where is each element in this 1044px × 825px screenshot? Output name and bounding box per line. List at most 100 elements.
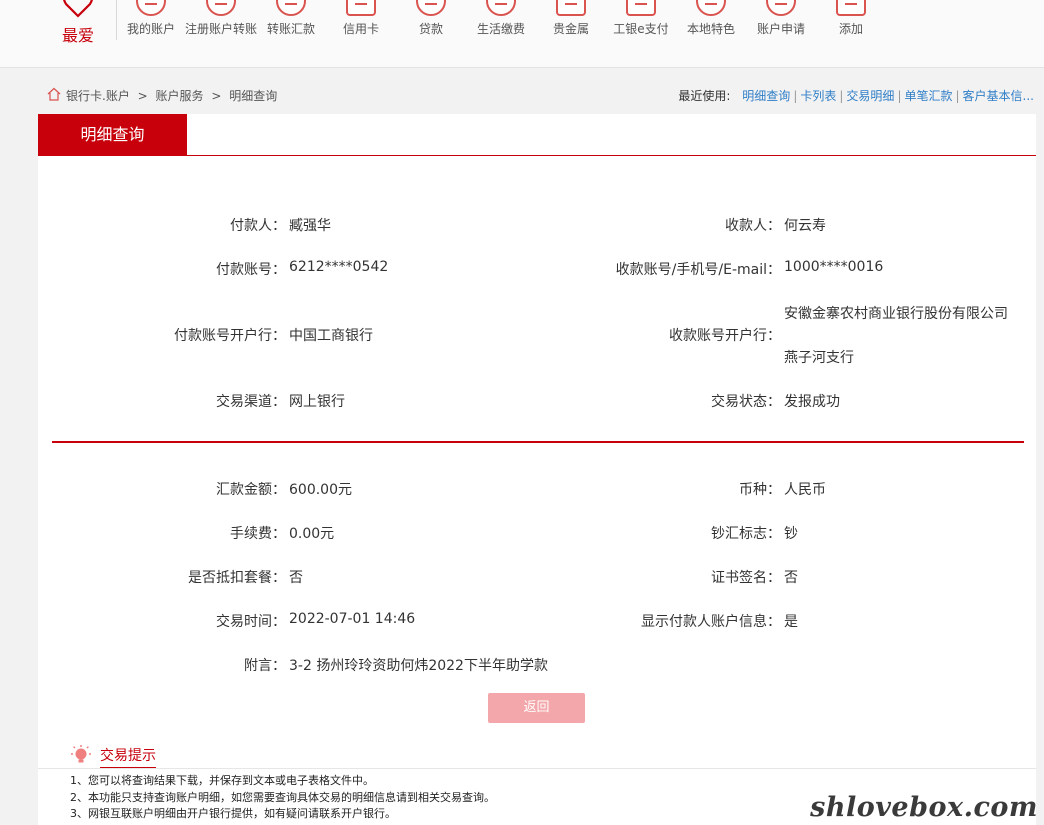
payee-account-value: 1000****0016 [784, 259, 884, 275]
nav-label: 生活缴费 [476, 22, 525, 36]
amount-value: 600.00元 [289, 482, 352, 498]
tips-divider [38, 768, 1036, 769]
recent-link[interactable]: 客户基本信... [963, 89, 1034, 103]
link-divider: | [897, 89, 902, 103]
tip-item: 2、本功能只支持查询账户明细，如您需要查询具体交易的明细信息请到相关交易查询。 [70, 791, 495, 804]
breadcrumb-item-current: 明细查询 [229, 89, 278, 103]
tips-title: 交易提示 [100, 745, 156, 769]
nav-label: 转账汇款 [266, 22, 315, 36]
nav-label: 本地特色 [686, 22, 735, 36]
epay-icon [626, 0, 656, 16]
local-feature-icon [696, 0, 726, 16]
section-divider [52, 441, 1024, 443]
nav-item-loan[interactable]: 贷款 [399, 0, 463, 68]
recent-link[interactable]: 卡列表 [800, 89, 836, 103]
nav-item-account-apply[interactable]: 账户申请 [749, 0, 813, 68]
breadcrumb: 银行卡.账户 > 账户服务 > 明细查询 [66, 87, 277, 104]
cash-flag-value: 钞 [784, 526, 798, 542]
payee-value: 何云寿 [784, 218, 826, 234]
time-value: 2022-07-01 14:46 [289, 611, 416, 627]
payer-bank-value: 中国工商银行 [289, 328, 373, 344]
nav-item-registered-transfer[interactable]: 注册账户转账 [185, 0, 257, 68]
nav-favorite[interactable]: 最爱 [48, 0, 108, 68]
fee-label: 手续费： [230, 526, 286, 542]
nav-item-add[interactable]: 添加 [819, 0, 883, 68]
payee-account-label: 收款账号/手机号/E-mail： [615, 262, 781, 278]
tab-detail-query[interactable]: 明细查询 [38, 114, 187, 156]
link-divider: | [955, 89, 960, 103]
nav-label: 贵金属 [552, 22, 589, 36]
currency-label: 币种： [739, 482, 781, 498]
detail-panel: 明细查询 付款人： 臧强华 收款人： 何云寿 付款账号： 6212****054… [38, 114, 1036, 734]
nav-label: 工银e支付 [613, 22, 669, 36]
nav-label: 信用卡 [342, 22, 379, 36]
lightbulb-icon [71, 745, 91, 763]
status-label: 交易状态： [711, 394, 781, 410]
back-button[interactable]: 返回 [488, 693, 585, 723]
link-divider: | [839, 89, 844, 103]
channel-label: 交易渠道： [216, 394, 286, 410]
breadcrumb-row: 银行卡.账户 > 账户服务 > 明细查询 最近使用: 明细查询 | 卡列表 | 交易明细… [0, 84, 1044, 106]
yuan-coin-icon [416, 0, 446, 16]
payer-account-label: 付款账号： [216, 262, 286, 278]
payee-bank-value-line2: 燕子河支行 [784, 350, 854, 366]
recent-used: 最近使用: 明细查询 | 卡列表 | 交易明细 | 单笔汇款 | 客户基本信... [678, 87, 1034, 104]
memo-value: 3-2 扬州玲玲资助何炜2022下半年助学款 [289, 658, 548, 674]
cert-label: 证书签名： [711, 570, 781, 586]
recent-link[interactable]: 单笔汇款 [904, 89, 952, 103]
lightning-icon [486, 0, 516, 16]
gold-bar-icon [556, 0, 586, 16]
nav-item-credit-card[interactable]: 信用卡 [329, 0, 393, 68]
link-divider: | [793, 89, 798, 103]
heart-icon [63, 0, 93, 18]
home-icon [47, 87, 61, 101]
breadcrumb-item[interactable]: 银行卡.账户 [66, 89, 130, 103]
status-value: 发报成功 [784, 394, 840, 410]
nav-label: 账户申请 [756, 22, 805, 36]
recent-link[interactable]: 交易明细 [846, 89, 894, 103]
recent-used-label: 最近使用: [678, 89, 731, 103]
top-navigation: 最爱 我的账户 注册账户转账 转账汇款 信用卡 贷款 生活缴费 贵金属 工银e支… [0, 0, 1044, 68]
memo-label: 附言： [244, 658, 286, 674]
nav-label: 贷款 [418, 22, 443, 36]
payee-label: 收款人： [725, 218, 781, 234]
transfer-icon [276, 0, 306, 16]
nav-item-local[interactable]: 本地特色 [679, 0, 743, 68]
nav-item-utility[interactable]: 生活缴费 [469, 0, 533, 68]
watermark-text: shlovebox.com [810, 792, 1038, 823]
nav-item-epay[interactable]: 工银e支付 [609, 0, 673, 68]
payer-bank-label: 付款账号开户行： [174, 328, 286, 344]
show-payer-label: 显示付款人账户信息： [641, 614, 781, 630]
register-transfer-icon [206, 0, 236, 16]
nav-item-my-account[interactable]: 我的账户 [119, 0, 183, 68]
amount-label: 汇款金额： [216, 482, 286, 498]
nav-label: 注册账户转账 [184, 22, 257, 36]
nav-label: 添加 [838, 22, 863, 36]
payer-account-value: 6212****0542 [289, 259, 389, 275]
apply-icon [766, 0, 796, 16]
plus-icon [836, 0, 866, 16]
nav-label: 我的账户 [126, 22, 175, 36]
tab-bar: 明细查询 [38, 114, 1036, 156]
payer-label: 付款人： [230, 218, 286, 234]
nav-favorite-label: 最爱 [61, 26, 94, 45]
breadcrumb-item[interactable]: 账户服务 [156, 89, 204, 103]
cert-value: 否 [784, 570, 798, 586]
tip-item: 3、网银互联账户明细由开户银行提供，如有疑问请联系开户银行。 [70, 807, 396, 820]
show-payer-value: 是 [784, 614, 798, 630]
nav-item-transfer[interactable]: 转账汇款 [259, 0, 323, 68]
cash-flag-label: 钞汇标志： [711, 526, 781, 542]
time-label: 交易时间： [216, 614, 286, 630]
package-label: 是否抵扣套餐： [188, 570, 286, 586]
account-icon [136, 0, 166, 16]
breadcrumb-separator: > [137, 89, 148, 103]
breadcrumb-separator: > [211, 89, 222, 103]
payee-bank-label: 收款账号开户行： [669, 328, 781, 344]
credit-card-icon [346, 0, 376, 16]
tip-item: 1、您可以将查询结果下载，并保存到文本或电子表格文件中。 [70, 774, 374, 787]
payee-bank-value-line1: 安徽金寨农村商业银行股份有限公司 [784, 306, 1008, 322]
recent-link[interactable]: 明细查询 [742, 89, 790, 103]
currency-value: 人民币 [784, 482, 826, 498]
channel-value: 网上银行 [289, 394, 345, 410]
nav-item-precious-metal[interactable]: 贵金属 [539, 0, 603, 68]
